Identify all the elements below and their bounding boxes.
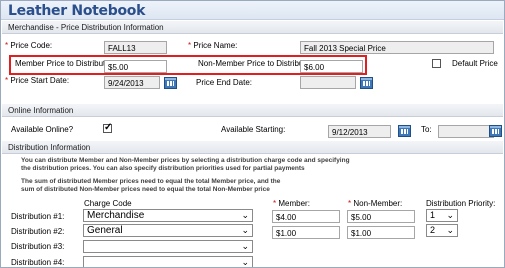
distribution-row-label: Distribution #2: [11, 227, 65, 236]
default-price-label: Default Price [452, 59, 498, 68]
distribution-row-label: Distribution #4: [11, 258, 65, 267]
col-charge-code: Charge Code [84, 199, 132, 208]
charge-code-select[interactable]: ⌄ [83, 240, 253, 253]
price-editor-window: Leather Notebook Merchandise - Price Dis… [0, 0, 505, 268]
col-member: * Member: [273, 199, 310, 208]
member-amount-input[interactable]: $4.00 [272, 210, 340, 223]
chevron-down-icon: ⌄ [446, 225, 454, 235]
price-start-label: * Price Start Date: [5, 76, 70, 85]
distribution-note-1: You can distribute Member and Non-Member… [21, 157, 350, 164]
available-to-label: To: [421, 125, 432, 134]
chevron-down-icon: ⌄ [446, 210, 454, 220]
available-online-label: Available Online? [11, 125, 74, 134]
chevron-down-icon: ⌄ [241, 257, 249, 267]
charge-code-select[interactable]: General ⌄ [83, 224, 253, 237]
available-online-checkbox[interactable] [103, 122, 112, 133]
distribution-note-3: The sum of distributed Member prices nee… [21, 178, 281, 185]
distribution-row-label: Distribution #3: [11, 242, 65, 251]
col-nonmember: * Non-Member: [348, 199, 403, 208]
nonmember-amount-input[interactable]: $1.00 [347, 226, 415, 239]
nonmember-amount-input[interactable]: $5.00 [347, 210, 415, 223]
chevron-down-icon: ⌄ [241, 225, 249, 235]
section-title: Merchandise - Price Distribution Informa… [8, 23, 164, 32]
header-bar: Leather Notebook [1, 1, 504, 20]
priority-select[interactable]: 1 ⌄ [426, 209, 458, 222]
price-name-label: * Price Name: [188, 41, 238, 50]
available-starting-label: Available Starting: [221, 125, 286, 134]
highlight-box [9, 55, 367, 75]
price-end-input[interactable] [300, 76, 356, 89]
distribution-note-4: sum of distributed Non-Member prices nee… [21, 186, 270, 193]
price-end-label: Price End Date: [196, 78, 253, 87]
available-to-input[interactable] [438, 125, 494, 138]
calendar-icon[interactable] [398, 125, 411, 137]
default-price-checkbox[interactable] [432, 59, 441, 68]
calendar-icon[interactable] [489, 125, 502, 137]
calendar-icon[interactable] [164, 77, 177, 89]
col-priority: Distribution Priority: [426, 199, 496, 208]
member-amount-input[interactable]: $1.00 [272, 226, 340, 239]
calendar-icon[interactable] [360, 77, 373, 89]
charge-code-select[interactable]: Merchandise ⌄ [83, 209, 253, 222]
chevron-down-icon: ⌄ [241, 210, 249, 220]
chevron-down-icon: ⌄ [241, 241, 249, 251]
price-code-label: * Price Code: [5, 41, 53, 50]
distribution-row-label: Distribution #1: [11, 212, 65, 221]
section-title: Online Information [8, 106, 74, 115]
section-distribution: Distribution Information [2, 141, 503, 154]
charge-code-select[interactable]: ⌄ [83, 256, 253, 267]
price-start-input[interactable]: 9/24/2013 [104, 76, 160, 89]
section-online: Online Information [2, 104, 503, 117]
priority-select[interactable]: 2 ⌄ [426, 224, 458, 237]
section-price-distribution: Merchandise - Price Distribution Informa… [2, 21, 503, 34]
page-title: Leather Notebook [8, 3, 146, 19]
available-starting-input[interactable]: 9/12/2013 [328, 125, 391, 138]
price-code-input[interactable]: FALL13 [104, 41, 167, 54]
section-title: Distribution Information [8, 143, 91, 152]
price-name-input[interactable]: Fall 2013 Special Price [300, 41, 494, 54]
distribution-note-2: the distribution prices. You can also sp… [21, 165, 305, 172]
